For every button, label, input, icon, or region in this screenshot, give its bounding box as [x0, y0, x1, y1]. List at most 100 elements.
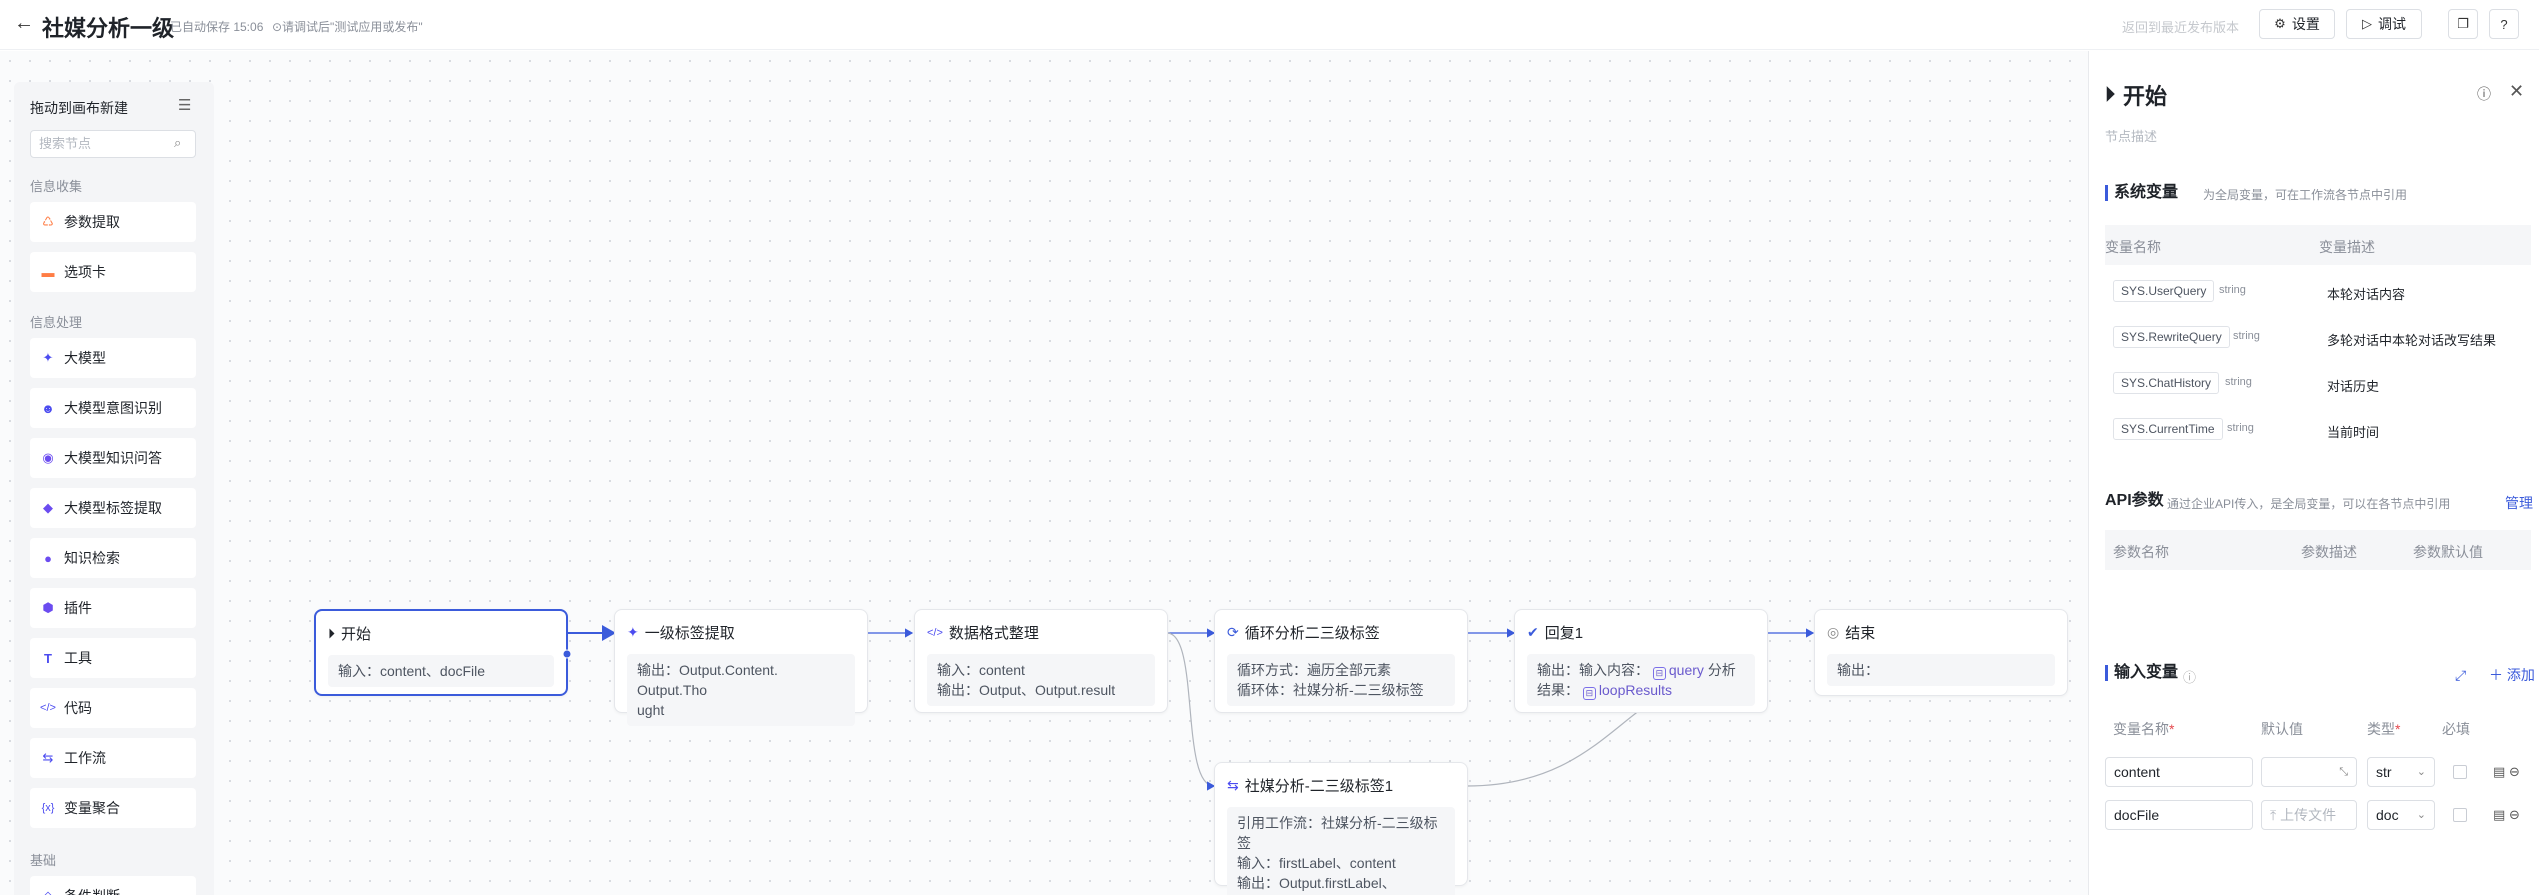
- variable-chip-query[interactable]: ⊟ query: [1652, 660, 1704, 680]
- palette-item-card[interactable]: ▬ 选项卡: [30, 252, 196, 292]
- palette-item-tool[interactable]: T 工具: [30, 638, 196, 678]
- knowledge-icon: ◉: [42, 450, 54, 465]
- manage-link[interactable]: 管理: [2505, 493, 2533, 513]
- variable-icon: ⊟: [1652, 667, 1666, 680]
- reply-prefix: 输出：输入内容：: [1537, 662, 1649, 678]
- sys-var-title: 系统变量: [2105, 185, 2178, 201]
- palette-item-knowledge-qa[interactable]: ◉ 大模型知识问答: [30, 438, 196, 478]
- col-label: 变量名称: [2113, 721, 2169, 737]
- var-name-input[interactable]: content: [2105, 757, 2253, 787]
- debug-hint: ⊙请调试后"测试应用或发布": [272, 20, 423, 34]
- default-value-input[interactable]: ⤡: [2261, 757, 2357, 787]
- help-icon[interactable]: ⓘ: [2183, 667, 2196, 686]
- reply-line2-prefix: 结果：: [1537, 682, 1579, 698]
- api-param-title: API参数: [2105, 492, 2164, 509]
- chip-label: query: [1668, 662, 1704, 678]
- input-var-title: 输入变量: [2105, 665, 2178, 681]
- expand-icon[interactable]: ⤢: [2455, 667, 2466, 684]
- node-end[interactable]: ◎ 结束 输出：: [1814, 609, 2068, 696]
- node-line: 输入：content: [937, 662, 1025, 678]
- node-body: 输入：content、docFile: [328, 655, 554, 687]
- node-line: 输入：content、docFile: [338, 663, 486, 679]
- add-variable-button[interactable]: ＋ 添加: [2489, 665, 2535, 685]
- arrow-left-icon[interactable]: ←: [14, 12, 36, 34]
- required-checkbox[interactable]: [2453, 808, 2467, 822]
- palette-item-label: 代码: [64, 700, 92, 716]
- sparkle-icon: ✦: [627, 624, 639, 640]
- search-icon: ⌕: [174, 135, 182, 150]
- node-sub-workflow[interactable]: ⇆ 社媒分析-二三级标签1 引用工作流：社媒分析-二三级标签 输入：firstLab…: [1214, 762, 1468, 895]
- palette-item-intent[interactable]: ☻ 大模型意图识别: [30, 388, 196, 428]
- autosave-status: 已自动保存 15:06: [170, 20, 264, 34]
- remove-icon[interactable]: ⊖: [2509, 807, 2520, 823]
- palette-item-label: 条件判断: [64, 886, 120, 895]
- variable-chip-loopresults[interactable]: ⊟ loopResults: [1582, 680, 1672, 700]
- group-basic: 基础: [30, 853, 57, 868]
- sys-var-desc: 当前时间: [2327, 425, 2380, 440]
- node-line: 引用工作流：社媒分析-二三级标签: [1237, 815, 1438, 851]
- upload-file-button[interactable]: ⤒ 上传文件: [2261, 800, 2357, 830]
- palette-item-label: 工具: [64, 650, 92, 666]
- node-title: ⏵ 开始: [328, 623, 371, 644]
- palette-item-variable[interactable]: {x} 变量聚合: [30, 788, 196, 828]
- help-icon[interactable]: ⓘ: [2477, 84, 2491, 104]
- sys-var-name: SYS.RewriteQuery: [2113, 326, 2230, 348]
- sys-var-row: SYS.RewriteQuery string 多轮对话中本轮对话改写结果: [2105, 314, 2531, 360]
- palette-item-llm[interactable]: ✦ 大模型: [30, 338, 196, 378]
- var-name-input[interactable]: docFile: [2105, 800, 2253, 830]
- node-body: 输出：Output.Content. Output.Tho ught: [627, 654, 855, 726]
- debug-label: 调试: [2378, 16, 2406, 32]
- node-loop[interactable]: ⟳ 循环分析二三级标签 循环方式：遍历全部元素 循环体：社媒分析-二三级标签: [1214, 609, 1468, 713]
- node-reply[interactable]: ✔ 回复1 输出：输入内容： ⊟ query 分析 结果： ⊟ loopResults: [1514, 609, 1768, 713]
- output-port[interactable]: [562, 649, 572, 659]
- palette-item-plugin[interactable]: ⬢ 插件: [30, 588, 196, 628]
- plugin-icon: ⬢: [42, 600, 54, 615]
- col-desc: 参数描述: [2301, 544, 2357, 560]
- settings-button[interactable]: ⚙ 设置: [2259, 9, 2335, 39]
- node-line: 输出：Output.firstLabel、Output....: [1237, 875, 1396, 891]
- palette-item-condition[interactable]: ◇ 条件判断: [30, 876, 196, 895]
- palette-item-params[interactable]: ♺ 参数提取: [30, 202, 196, 242]
- workflow-canvas[interactable]: [0, 51, 2088, 895]
- panel-title-text: 开始: [2123, 84, 2168, 109]
- close-icon[interactable]: ✕: [2509, 81, 2524, 102]
- sys-var-type: string: [2219, 284, 2246, 296]
- sys-var-row: SYS.UserQuery string 本轮对话内容: [2105, 268, 2531, 314]
- params-icon: ♺: [42, 214, 54, 229]
- palette-item-workflow[interactable]: ⇆ 工作流: [30, 738, 196, 778]
- doc-icon[interactable]: ▤: [2493, 807, 2505, 823]
- group-info-collect: 信息收集: [30, 179, 83, 194]
- node-label1[interactable]: ✦ 一级标签提取 输出：Output.Content. Output.Tho ugh…: [614, 609, 868, 726]
- required-checkbox[interactable]: [2453, 765, 2467, 779]
- node-start[interactable]: ⏵ 开始 输入：content、docFile: [314, 609, 572, 696]
- settings-label: 设置: [2291, 16, 2320, 32]
- app-title: 社媒分析一级: [42, 16, 175, 41]
- revert-to-published-link[interactable]: 返回到最近发布版本: [2122, 17, 2239, 36]
- sys-var-type: string: [2227, 422, 2254, 434]
- node-line: 循环体：社媒分析-二三级标签: [1237, 682, 1424, 698]
- expand-icon: ⤡: [2339, 766, 2348, 778]
- col-name: 变量名称: [2105, 239, 2161, 255]
- node-format[interactable]: </> 数据格式整理 输入：content 输出：Output、Output.res…: [914, 609, 1168, 713]
- remove-icon[interactable]: ⊖: [2509, 764, 2520, 780]
- palette-item-retrieval[interactable]: ● 知识检索: [30, 538, 196, 578]
- node-desc-input[interactable]: 节点描述: [2105, 126, 2157, 145]
- filter-icon[interactable]: ☰: [178, 96, 191, 114]
- robot-icon: ☻: [41, 400, 55, 416]
- type-select[interactable]: str ⌄: [2367, 757, 2435, 787]
- chevron-down-icon: ⌄: [2416, 766, 2426, 778]
- node-title-text: 社媒分析-二三级标签1: [1244, 778, 1394, 795]
- copy-button[interactable]: ❐: [2448, 9, 2478, 39]
- search-icon: ●: [44, 550, 52, 566]
- node-title-text: 结束: [1845, 625, 1876, 642]
- node-line: 循环方式：遍历全部元素: [1237, 662, 1391, 678]
- doc-icon[interactable]: ▤: [2493, 764, 2505, 780]
- help-button[interactable]: ?: [2489, 9, 2519, 39]
- debug-button[interactable]: ▷ 调试: [2346, 9, 2422, 39]
- group-info-process: 信息处理: [30, 315, 83, 330]
- palette-item-label: 大模型意图识别: [64, 400, 162, 416]
- type-select[interactable]: doc ⌄: [2367, 800, 2435, 830]
- palette-item-tag-extract[interactable]: ◆ 大模型标签提取: [30, 488, 196, 528]
- palette-search-input[interactable]: 搜索节点: [30, 130, 196, 158]
- palette-item-code[interactable]: </> 代码: [30, 688, 196, 728]
